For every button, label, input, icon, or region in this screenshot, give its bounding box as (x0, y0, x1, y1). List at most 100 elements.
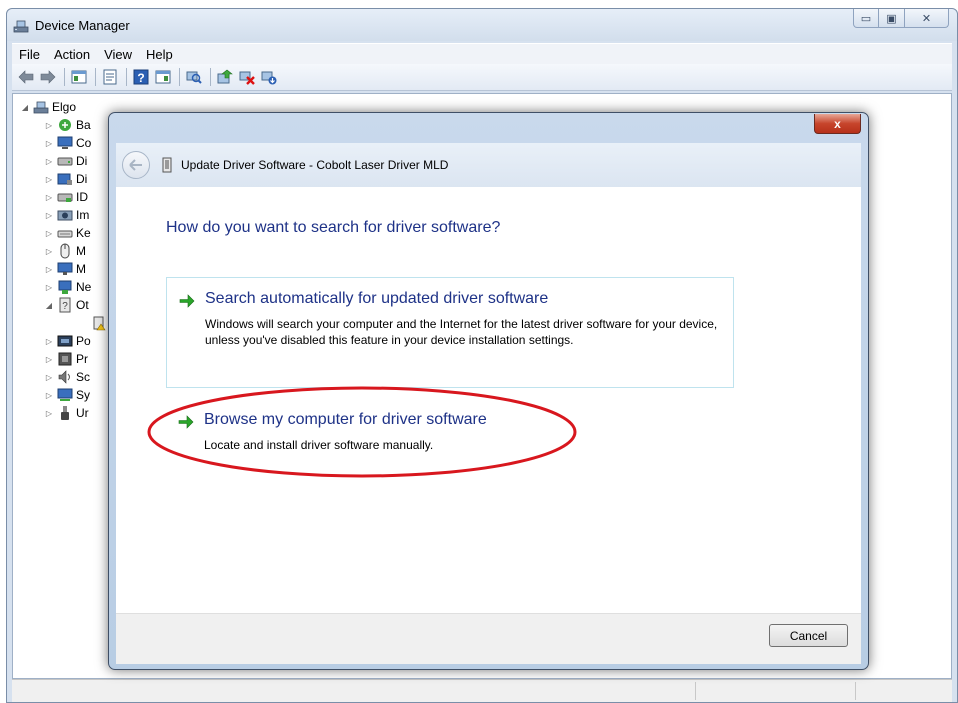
minimize-button[interactable]: ▭ (853, 9, 879, 28)
uninstall-device-icon (261, 71, 277, 85)
expand-arrow-icon[interactable]: ▷ (43, 373, 55, 382)
uninstall-device-button[interactable] (259, 67, 279, 87)
title-bar[interactable]: Device Manager ▭ ▣ ✕ (7, 9, 957, 41)
close-window-button[interactable]: ✕ (905, 9, 949, 28)
tree-item[interactable]: ▷ Ne (43, 278, 91, 296)
menu-help[interactable]: Help (139, 47, 180, 62)
tree-item[interactable] (89, 314, 110, 332)
expand-arrow-icon[interactable]: ▷ (43, 139, 55, 148)
display-adapter-icon (57, 173, 72, 185)
tree-item[interactable]: ▷ Im (43, 206, 89, 224)
disk-drive-icon (57, 157, 73, 166)
scan-hardware-button[interactable] (184, 67, 204, 87)
tree-item-label: Co (76, 136, 92, 150)
expand-arrow-icon[interactable]: ▷ (43, 247, 55, 256)
expand-arrow-icon[interactable]: ▷ (43, 391, 55, 400)
disable-device-icon (239, 71, 255, 85)
tree-item[interactable]: ▷ Sc (43, 368, 90, 386)
device-manager-app-icon (13, 20, 29, 33)
expand-arrow-icon[interactable]: ▷ (43, 337, 55, 346)
tree-item[interactable]: ▷ Ba (43, 116, 91, 134)
back-button[interactable] (122, 151, 150, 179)
expand-arrow-icon[interactable]: ▷ (43, 157, 55, 166)
ports-icon (57, 335, 73, 347)
ide-controller-icon (57, 193, 73, 202)
computer-icon (57, 136, 73, 149)
minimize-icon: ▭ (860, 12, 872, 25)
back-arrow-icon (129, 159, 142, 171)
battery-icon (59, 119, 71, 131)
tree-item[interactable]: ▷ Ke (43, 224, 91, 242)
tree-item[interactable]: ▷ Pr (43, 350, 88, 368)
dialog-close-button[interactable]: x (814, 114, 861, 134)
help-icon: ? (133, 69, 149, 85)
search-automatically-option[interactable]: Search automatically for updated driver … (166, 277, 734, 388)
collapse-arrow-icon[interactable]: ◢ (19, 103, 31, 112)
tree-item-label: M (76, 262, 86, 276)
usb-controller-icon (61, 406, 69, 420)
expand-arrow-icon[interactable]: ▷ (43, 193, 55, 202)
tree-item[interactable]: ▷ Co (43, 134, 91, 152)
tree-item-label: M (76, 244, 86, 258)
system-devices-icon (57, 388, 73, 401)
tree-item-label: Di (76, 172, 88, 186)
scan-hardware-icon (186, 71, 202, 84)
tree-item-label: Ne (76, 280, 92, 294)
expand-arrow-icon[interactable]: ▷ (43, 175, 55, 184)
expand-arrow-icon[interactable]: ▷ (43, 355, 55, 364)
back-button[interactable] (16, 67, 36, 87)
tree-item[interactable]: ▷ Ur (43, 404, 89, 422)
disable-device-button[interactable] (237, 67, 257, 87)
option-title: Search automatically for updated driver … (205, 290, 549, 307)
forward-button[interactable] (38, 67, 58, 87)
green-arrow-icon (178, 415, 194, 429)
tree-item[interactable]: ▷ Di (43, 152, 87, 170)
tree-item-label: ID (76, 190, 88, 204)
browse-computer-option[interactable]: Browse my computer for driver software L… (166, 399, 734, 469)
svg-text:?: ? (62, 301, 68, 312)
expand-arrow-icon[interactable]: ▷ (43, 229, 55, 238)
collapse-arrow-icon[interactable]: ◢ (43, 301, 55, 310)
cancel-button[interactable]: Cancel (769, 624, 848, 647)
tree-item[interactable]: ▷ M (43, 242, 86, 260)
console-tree-button[interactable] (69, 67, 89, 87)
update-driver-button[interactable] (215, 67, 235, 87)
tree-item[interactable]: ▷ M (43, 260, 86, 278)
unknown-device-icon (93, 316, 106, 331)
dialog-body: How do you want to search for driver sof… (116, 187, 861, 613)
back-icon (18, 70, 34, 84)
status-divider (695, 682, 696, 700)
menu-file[interactable]: File (12, 47, 47, 62)
expand-arrow-icon[interactable]: ▷ (43, 121, 55, 130)
action-pane-icon (155, 70, 171, 84)
status-bar (12, 679, 952, 702)
toolbar-separator (179, 68, 180, 86)
toolbar-separator (64, 68, 65, 86)
status-divider (855, 682, 856, 700)
keyboard-icon (57, 230, 73, 238)
action-pane-button[interactable] (153, 67, 173, 87)
expand-arrow-icon[interactable]: ▷ (43, 283, 55, 292)
expand-arrow-icon[interactable]: ▷ (43, 265, 55, 274)
tree-item-label: Ur (76, 406, 89, 420)
question-heading: How do you want to search for driver sof… (166, 219, 501, 236)
tree-item[interactable]: ▷ Sy (43, 386, 90, 404)
tree-root[interactable]: ◢ Elgo (19, 98, 76, 116)
properties-button[interactable] (100, 67, 120, 87)
menu-bar: File Action View Help (12, 43, 952, 64)
menu-action[interactable]: Action (47, 47, 97, 62)
help-button[interactable]: ? (131, 67, 151, 87)
maximize-button[interactable]: ▣ (879, 9, 905, 28)
menu-view[interactable]: View (97, 47, 139, 62)
tree-item[interactable]: ◢? Ot (43, 296, 89, 314)
tree-item[interactable]: ▷ Po (43, 332, 91, 350)
close-icon: x (834, 116, 841, 131)
toolbar: ? (12, 64, 952, 91)
tree-item[interactable]: ▷ Di (43, 170, 87, 188)
computer-root-icon (33, 101, 49, 114)
forward-icon (40, 70, 56, 84)
expand-arrow-icon[interactable]: ▷ (43, 409, 55, 418)
sound-icon (58, 370, 70, 384)
tree-item[interactable]: ▷ ID (43, 188, 88, 206)
expand-arrow-icon[interactable]: ▷ (43, 211, 55, 220)
